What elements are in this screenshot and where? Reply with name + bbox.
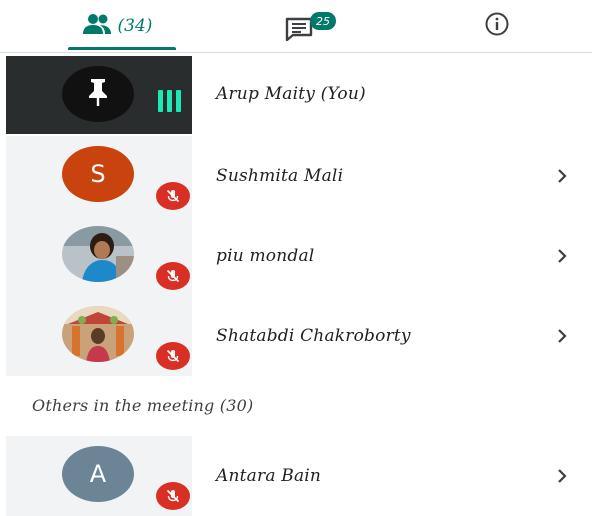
participant-name: Sushmita Mali	[216, 166, 344, 186]
chat-icon	[285, 17, 313, 45]
tab-chat[interactable]: 25	[258, 0, 348, 52]
participant-name: Shatabdi Chakroborty	[216, 326, 411, 346]
chevron-right-icon[interactable]	[556, 296, 568, 376]
avatar-letter: S	[90, 160, 106, 188]
audio-level-icon	[158, 86, 188, 112]
mic-off-icon	[156, 342, 190, 370]
participant-row-self[interactable]: Arup Maity (You)	[0, 54, 592, 134]
avatar-cell	[6, 56, 192, 134]
avatar-cell	[6, 216, 192, 296]
others-section-label: Others in the meeting (30)	[32, 396, 254, 415]
participant-row[interactable]: A Antara Bain	[0, 436, 592, 516]
chat-badge: 25	[310, 12, 336, 30]
avatar-photo	[62, 306, 134, 362]
tab-info[interactable]	[460, 0, 534, 52]
people-icon	[82, 13, 112, 39]
mic-off-icon	[156, 182, 190, 210]
mic-off-icon	[156, 262, 190, 290]
chevron-right-icon[interactable]	[556, 216, 568, 296]
participant-name: piu mondal	[216, 246, 315, 266]
chevron-right-icon[interactable]	[556, 436, 568, 516]
avatar-cell: A	[6, 436, 192, 516]
people-count: (34)	[117, 16, 153, 36]
participant-row[interactable]: piu mondal	[0, 216, 592, 296]
avatar-cell: S	[6, 136, 192, 216]
tab-bar: (34) 25	[0, 0, 592, 53]
mic-off-icon	[156, 482, 190, 510]
avatar-photo	[62, 226, 134, 282]
chevron-right-icon[interactable]	[556, 136, 568, 216]
participant-name: Antara Bain	[216, 466, 322, 486]
participant-row[interactable]: S Sushmita Mali	[0, 136, 592, 216]
avatar	[62, 66, 134, 122]
avatar: A	[62, 446, 134, 502]
active-tab-indicator	[68, 47, 176, 50]
avatar: S	[62, 146, 134, 202]
avatar-cell	[6, 296, 192, 376]
avatar-letter: A	[89, 460, 107, 488]
participant-row[interactable]: Shatabdi Chakroborty	[0, 296, 592, 376]
participant-name: Arup Maity (You)	[216, 84, 366, 104]
tab-people[interactable]: (34)	[52, 0, 182, 52]
info-icon	[484, 11, 510, 41]
pin-icon	[85, 77, 111, 111]
